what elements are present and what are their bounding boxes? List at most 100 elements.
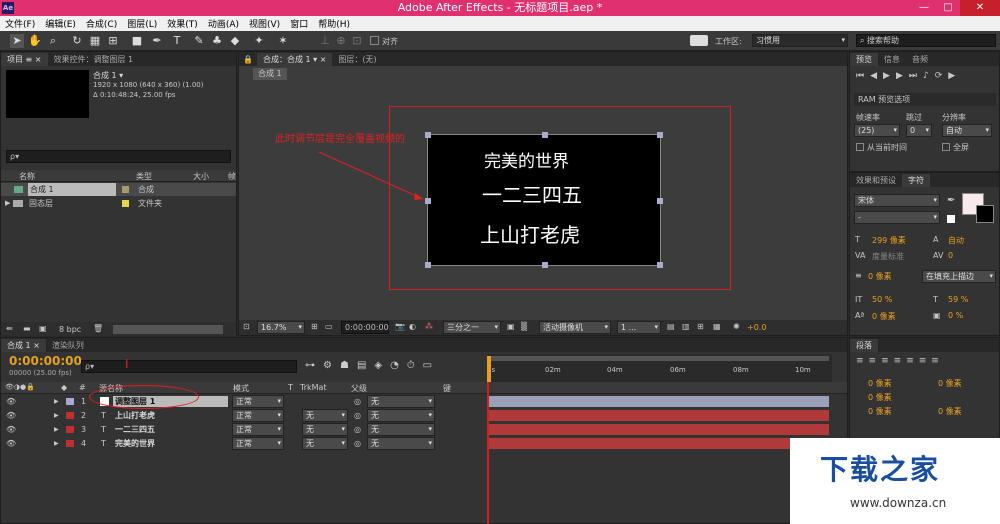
- rotate-tool-icon[interactable]: ↻: [70, 34, 84, 48]
- align-right-icon[interactable]: ≡: [881, 356, 894, 366]
- space-before-value[interactable]: 0 像素: [868, 406, 892, 417]
- pickwhip-icon[interactable]: ◎: [354, 438, 361, 449]
- table-row[interactable]: 👁 ▶ 2 T 上山打老虎 正常 无 ◎ 无: [4, 409, 484, 422]
- justify-last-right-icon[interactable]: ≡: [919, 356, 932, 366]
- camera-tool-icon[interactable]: ▦: [88, 34, 102, 48]
- roto-brush-icon[interactable]: ✦: [252, 34, 266, 48]
- toggle-pixel-icon[interactable]: ▤: [667, 322, 675, 331]
- space-after-value[interactable]: 0 像素: [938, 406, 962, 417]
- time-ruler[interactable]: 0s 02m 04m 06m 08m 10m: [487, 354, 832, 382]
- shy-icon[interactable]: ☗: [340, 360, 357, 371]
- align-center-icon[interactable]: ≡: [869, 356, 882, 366]
- visibility-icon[interactable]: 👁: [6, 410, 16, 421]
- tracking-value[interactable]: 0: [948, 251, 953, 260]
- menu-layer[interactable]: 图层(L): [122, 17, 162, 30]
- tab-audio[interactable]: 音频: [906, 53, 934, 66]
- menu-animation[interactable]: 动画(A): [203, 17, 244, 30]
- font-family-dropdown[interactable]: 宋体: [854, 194, 940, 207]
- indent-left-value[interactable]: 0 像素: [868, 378, 892, 389]
- justify-all-icon[interactable]: ≡: [931, 356, 944, 366]
- table-row[interactable]: 👁 ▶ 1 调整图层 1 正常 ◎ 无: [4, 395, 484, 408]
- channel-icon[interactable]: ⁂: [425, 322, 433, 331]
- tab-effects-presets[interactable]: 效果和预设: [850, 174, 902, 187]
- col-type[interactable]: 类型: [136, 171, 152, 182]
- zoom-dropdown[interactable]: 16.7%: [257, 321, 305, 334]
- last-frame-icon[interactable]: ⏭: [909, 71, 923, 81]
- close-button[interactable]: ✕: [960, 0, 1000, 16]
- menu-effect[interactable]: 效果(T): [162, 17, 203, 30]
- first-frame-icon[interactable]: ⏮: [856, 71, 870, 81]
- axis-local-icon[interactable]: ⊥: [318, 34, 332, 48]
- align-left-icon[interactable]: ≡: [856, 356, 869, 366]
- baseline-value[interactable]: 0 像素: [872, 311, 896, 322]
- justify-last-center-icon[interactable]: ≡: [906, 356, 919, 366]
- fast-preview-icon[interactable]: ▥: [682, 322, 690, 331]
- graph-editor-icon[interactable]: ▭: [423, 360, 440, 371]
- col-frame[interactable]: 帧: [228, 171, 236, 182]
- tab-project[interactable]: 项目 ≡ ×: [1, 53, 48, 66]
- pen-tool-icon[interactable]: ✒: [150, 34, 164, 48]
- justify-last-left-icon[interactable]: ≡: [894, 356, 907, 366]
- loop-icon[interactable]: ⟳: [935, 71, 949, 81]
- menu-view[interactable]: 视图(V): [244, 17, 285, 30]
- col-t[interactable]: T: [288, 383, 293, 392]
- indent-first-value[interactable]: 0 像素: [868, 392, 892, 403]
- leading-value[interactable]: 自动: [948, 235, 964, 246]
- current-time-field[interactable]: 0:00:00:00: [341, 321, 389, 334]
- expand-icon[interactable]: ▶: [54, 424, 59, 435]
- new-folder-icon[interactable]: ▬: [23, 324, 31, 333]
- white-swatch[interactable]: [947, 215, 955, 223]
- next-frame-icon[interactable]: ▶: [896, 71, 909, 81]
- col-trkmat[interactable]: TrkMat: [300, 383, 327, 392]
- menu-window[interactable]: 窗口: [285, 17, 313, 30]
- roi-icon[interactable]: ▣: [507, 322, 515, 331]
- resolution-preview-dropdown[interactable]: 自动: [942, 124, 992, 137]
- label-color[interactable]: [66, 440, 74, 447]
- stroke-mode-dropdown[interactable]: 在填充上描边: [922, 270, 996, 283]
- bpc-label[interactable]: 8 bpc: [59, 325, 81, 334]
- axis-world-icon[interactable]: ⊕: [334, 34, 348, 48]
- col-mode[interactable]: 模式: [233, 383, 249, 394]
- minimize-button[interactable]: —: [912, 0, 936, 16]
- exposure-icon[interactable]: ✺: [733, 322, 740, 331]
- interpret-icon[interactable]: ⇚: [6, 324, 13, 333]
- menu-file[interactable]: 文件(F): [0, 17, 40, 30]
- vertical-scale-value[interactable]: 50 %: [872, 295, 892, 304]
- rectangle-tool-icon[interactable]: ■: [130, 34, 144, 48]
- auto-keyframe-icon[interactable]: ⏱: [407, 360, 423, 371]
- type-tool-icon[interactable]: T: [170, 34, 184, 48]
- horizontal-scale-value[interactable]: 59 %: [948, 295, 968, 304]
- tsume-value[interactable]: 0 %: [948, 311, 963, 320]
- kerning-value[interactable]: 度量标准: [872, 251, 904, 262]
- ram-preview-icon[interactable]: ▶: [948, 71, 961, 81]
- camera-dropdown[interactable]: 活动摄像机: [539, 321, 611, 334]
- resolution-dropdown[interactable]: 三分之一: [443, 321, 501, 334]
- project-scrollbar[interactable]: [113, 325, 223, 334]
- delete-icon[interactable]: 🗑: [93, 324, 103, 333]
- transparency-grid-icon[interactable]: ▒: [521, 322, 527, 331]
- current-time-indicator[interactable]: [487, 382, 489, 524]
- visibility-icon[interactable]: 👁: [6, 424, 16, 435]
- layer-bar[interactable]: [489, 410, 829, 421]
- motion-blur-icon[interactable]: ◈: [374, 360, 390, 371]
- ram-preview-options[interactable]: RAM 预览选项: [854, 93, 996, 106]
- flowchart-icon[interactable]: ⊞: [697, 322, 704, 331]
- axis-view-icon[interactable]: ⊡: [350, 34, 364, 48]
- project-item-comp[interactable]: 合成 1 合成: [1, 183, 236, 196]
- label-color[interactable]: [66, 426, 74, 433]
- playhead[interactable]: [487, 356, 491, 382]
- tab-timeline-comp[interactable]: 合成 1 ×: [1, 339, 46, 352]
- font-style-dropdown[interactable]: -: [854, 211, 940, 224]
- draft-3d-icon[interactable]: ⚙: [323, 360, 340, 371]
- eraser-tool-icon[interactable]: ◆: [228, 34, 242, 48]
- timeline-icon[interactable]: ▦: [713, 322, 721, 331]
- expand-icon[interactable]: ▶: [54, 396, 59, 407]
- layer-bar[interactable]: [489, 424, 829, 435]
- visibility-icon[interactable]: 👁: [6, 396, 16, 407]
- fullscreen-checkbox[interactable]: [942, 143, 950, 151]
- skip-dropdown[interactable]: 0: [906, 124, 932, 137]
- pickwhip-icon[interactable]: ◎: [354, 410, 361, 421]
- show-snapshot-icon[interactable]: ◐: [409, 322, 416, 331]
- label-color[interactable]: [66, 398, 74, 405]
- menu-help[interactable]: 帮助(H): [313, 17, 355, 30]
